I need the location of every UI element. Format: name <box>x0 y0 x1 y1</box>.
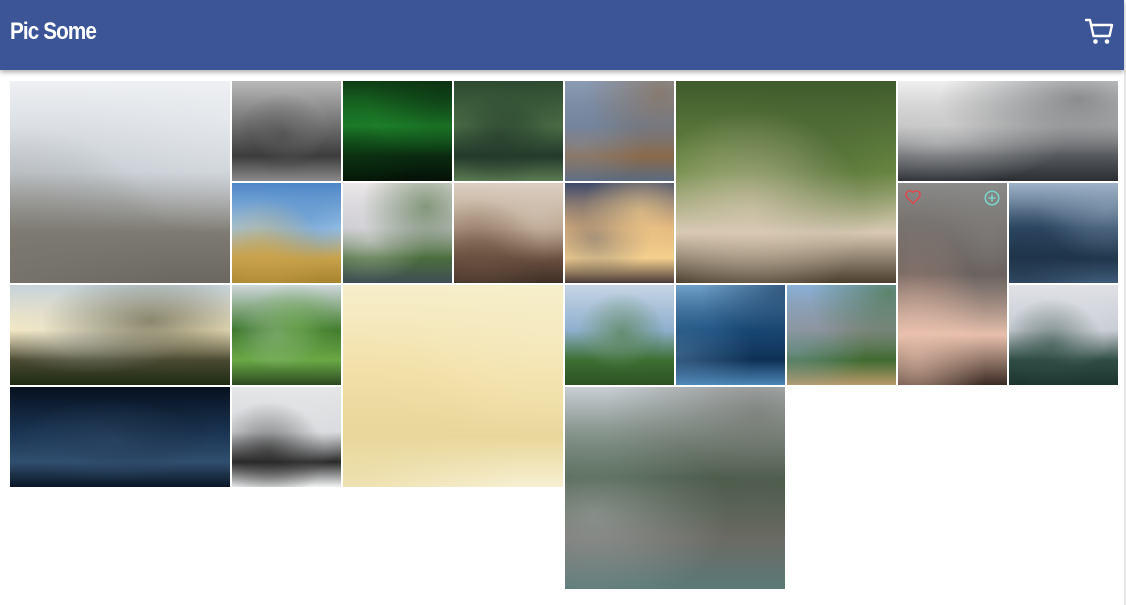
photo-city-park[interactable] <box>343 183 452 283</box>
photo-texture <box>232 285 341 385</box>
photo-texture <box>454 183 563 283</box>
photo-texture <box>565 285 674 385</box>
photo-dead-trees[interactable] <box>454 183 563 283</box>
photo-texture <box>1009 285 1118 385</box>
photo-blue-wave[interactable] <box>676 285 785 385</box>
photo-texture <box>676 285 785 385</box>
photo-texture <box>454 81 563 181</box>
photo-texture <box>10 285 230 385</box>
photo-texture <box>232 183 341 283</box>
photo-texture <box>898 183 1007 385</box>
photo-foggy-mountain[interactable] <box>1009 285 1118 385</box>
photo-woman-portrait[interactable] <box>898 183 1007 385</box>
photo-dreamcatcher[interactable] <box>343 285 563 487</box>
photo-texture <box>565 387 785 589</box>
photo-texture <box>343 183 452 283</box>
photo-texture <box>343 81 452 181</box>
photo-black-rock-beach[interactable] <box>232 387 341 487</box>
photo-waterfall[interactable] <box>232 285 341 385</box>
photo-river-forest[interactable] <box>565 387 785 589</box>
photo-ocean-waves[interactable] <box>1009 183 1118 283</box>
photo-texture <box>565 81 674 181</box>
photo-pine-trees[interactable] <box>454 81 563 181</box>
photo-star-trails[interactable] <box>10 387 230 487</box>
photo-texture <box>10 387 230 487</box>
photo-gallery <box>10 81 1118 589</box>
photo-texture <box>565 183 674 283</box>
photo-texture <box>898 81 1118 181</box>
photo-texture <box>1009 183 1118 283</box>
photo-texture <box>787 285 896 385</box>
photo-skyscraper[interactable] <box>898 81 1118 181</box>
photo-railway-sunset[interactable] <box>565 183 674 283</box>
photo-texture <box>232 387 341 487</box>
photo-texture <box>676 81 896 283</box>
app-header: Pic Some <box>0 0 1124 70</box>
photo-texture <box>10 81 230 283</box>
app-title[interactable]: Pic Some <box>10 18 97 46</box>
photo-bear[interactable] <box>10 81 230 283</box>
photo-pug-blanket[interactable] <box>676 81 896 283</box>
photo-texture <box>232 81 341 181</box>
photo-eagle[interactable] <box>565 81 674 181</box>
photo-texture <box>343 285 563 487</box>
photo-wheat-field-feet[interactable] <box>232 183 341 283</box>
heart-icon[interactable] <box>904 189 922 205</box>
add-circle-icon[interactable] <box>983 189 1001 207</box>
photo-misty-forest-bw[interactable] <box>232 81 341 181</box>
photo-aurora[interactable] <box>343 81 452 181</box>
photo-castle[interactable] <box>565 285 674 385</box>
photo-valley-cliffs[interactable] <box>787 285 896 385</box>
photo-mountain-sunset[interactable] <box>10 285 230 385</box>
cart-icon[interactable] <box>1083 15 1115 47</box>
